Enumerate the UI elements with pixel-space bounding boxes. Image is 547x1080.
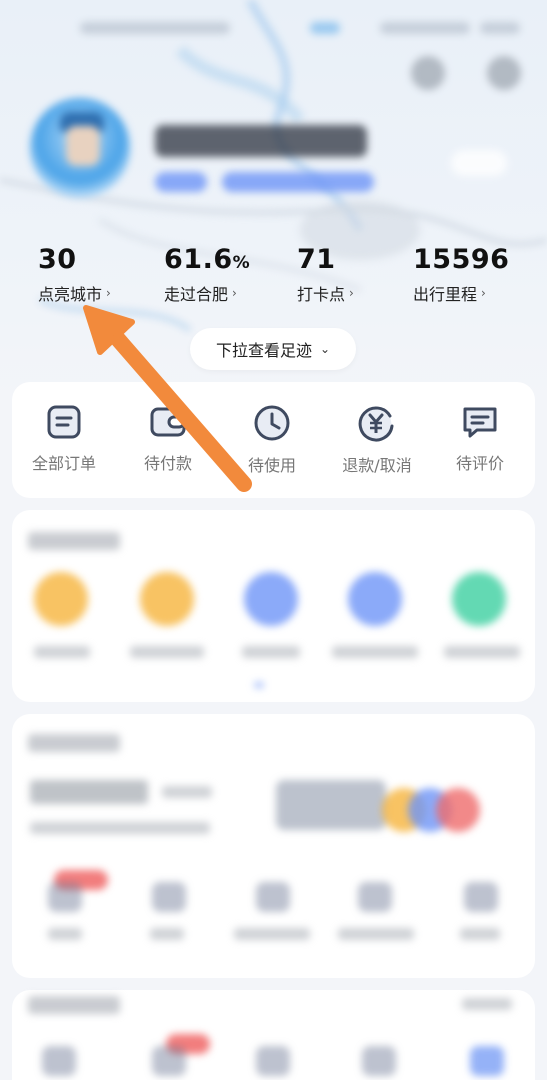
top-icons	[411, 56, 521, 90]
profile-pill[interactable]	[451, 150, 507, 176]
stat-label: 点亮城市	[38, 285, 103, 304]
orders-card: 全部订单 待付款 待使用 退款/取消 待评价	[12, 382, 535, 498]
user-tag	[222, 172, 374, 192]
chevron-right-icon: ›	[232, 286, 237, 300]
status-bar	[80, 14, 520, 42]
chevron-right-icon: ›	[349, 286, 354, 300]
stat-mileage[interactable]: 15596 出行里程 ›	[413, 244, 509, 305]
stat-hefei[interactable]: 61.6% 走过合肥 ›	[164, 244, 250, 305]
stat-label: 出行里程	[413, 285, 478, 304]
order-label: 待评价	[455, 454, 504, 473]
avatar[interactable]	[30, 98, 130, 198]
order-label: 待付款	[143, 454, 192, 473]
order-review[interactable]: 待评价	[430, 404, 530, 474]
double-chevron-down-icon: ⌄	[319, 342, 331, 356]
chevron-right-icon: ›	[481, 286, 486, 300]
username	[155, 125, 367, 157]
order-to-use[interactable]: 待使用	[222, 404, 322, 476]
view-footprint-button[interactable]: 下拉查看足迹 ⌄	[190, 328, 356, 370]
promo-card	[12, 714, 535, 978]
order-refund[interactable]: 退款/取消	[327, 404, 427, 476]
chevron-right-icon: ›	[106, 286, 111, 300]
stat-label: 打卡点	[297, 285, 346, 304]
settings-icon[interactable]	[487, 56, 521, 90]
wallet-icon	[150, 407, 186, 437]
message-icon[interactable]	[411, 56, 445, 90]
order-list-icon	[47, 405, 81, 439]
stat-value: 15596	[413, 244, 510, 275]
bottom-card	[12, 990, 535, 1080]
user-tag	[155, 172, 207, 192]
clock-icon	[254, 405, 290, 441]
stat-label: 走过合肥	[164, 285, 229, 304]
order-all[interactable]: 全部订单	[14, 404, 114, 474]
pull-label: 下拉查看足迹	[215, 341, 312, 360]
stat-value: 61.6	[164, 244, 233, 275]
order-label: 全部订单	[31, 454, 96, 473]
order-unpaid[interactable]: 待付款	[118, 404, 218, 474]
order-label: 退款/取消	[342, 456, 412, 475]
order-label: 待使用	[247, 456, 296, 475]
stat-checkins[interactable]: 71 打卡点 ›	[297, 244, 354, 305]
comment-icon	[463, 407, 497, 438]
stat-value: 30	[38, 244, 77, 275]
services-card	[12, 510, 535, 702]
yuan-refund-icon	[358, 406, 394, 442]
stat-cities[interactable]: 30 点亮城市 ›	[38, 244, 111, 305]
stat-value: 71	[297, 244, 336, 275]
